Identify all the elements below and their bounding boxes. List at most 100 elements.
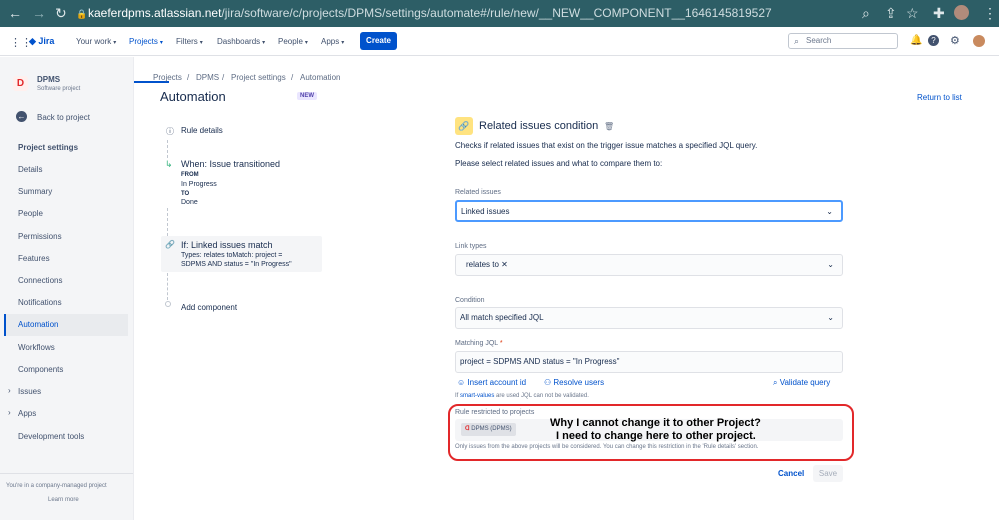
project-settings-heading: Project settings [18,143,79,152]
link-types-select[interactable]: relates to ✕ ⌄ [455,254,843,276]
sidebar: D DPMS Software project ← Back to projec… [0,57,134,520]
save-button[interactable]: Save [813,465,843,482]
back-to-project-link[interactable]: Back to project [37,113,90,122]
condition-card[interactable]: 🔗 If: Linked issues match Types: relates… [161,236,322,272]
learn-more-link[interactable]: Learn more [48,497,79,503]
breadcrumb-project-settings[interactable]: Project settings [231,73,286,82]
search-icon: ⌕ [794,36,800,46]
annotation-line1: Why I cannot change it to other Project? [550,417,761,429]
to-label: TO [181,191,190,197]
share-icon[interactable]: ⇪ [885,5,897,21]
search-placeholder: Search [806,36,832,45]
company-managed-note: You're in a company-managed project [6,483,107,489]
sidebar-item-connections[interactable]: Connections [18,276,62,285]
user-avatar[interactable] [973,35,985,47]
info-icon: ⓘ [166,127,174,136]
cancel-button[interactable]: Cancel [778,469,804,478]
search-input[interactable]: ⌕ Search [788,33,898,49]
sidebar-item-summary[interactable]: Summary [18,187,52,196]
forward-arrow-icon[interactable]: → [32,5,46,21]
return-to-list-link[interactable]: Return to list [917,93,962,102]
breadcrumb-separator: / [187,73,190,82]
add-component-dot [165,301,171,307]
settings-gear-icon[interactable]: ⚙ [950,34,960,47]
nav-your-work[interactable]: Your work ▾ [76,37,116,46]
sidebar-item-features[interactable]: Features [18,254,50,263]
smart-prefix: If [455,393,459,399]
sidebar-item-notifications[interactable]: Notifications [18,298,62,307]
help-icon[interactable]: ? [928,35,939,46]
chevron-down-icon: ⌄ [826,207,833,216]
project-name: DPMS [37,75,61,84]
page-title: Automation [160,89,226,104]
condition-desc-line1: Types: relates toMatch: project = [181,252,283,259]
sidebar-item-issues[interactable]: Issues [18,387,41,396]
star-icon[interactable]: ☆ [906,5,919,21]
matching-jql-label: Matching JQL * [455,340,503,347]
resolve-users-label: Resolve users [553,378,605,387]
nav-filters[interactable]: Filters ▾ [176,37,203,46]
flow-connector [167,140,168,158]
sidebar-item-details[interactable]: Details [18,165,42,174]
sidebar-item-people[interactable]: People [18,209,43,218]
nav-people[interactable]: People ▾ [278,37,308,46]
related-issues-select[interactable]: Linked issues ⌄ [455,200,843,222]
insert-account-id-button[interactable]: ☺ Insert account id [457,378,526,387]
profile-avatar[interactable] [954,5,969,20]
nav-label: Dashboards [217,37,261,46]
resolve-users-button[interactable]: ⚇ Resolve users [544,378,604,387]
panel-description: Checks if related issues that exist on t… [455,141,758,150]
condition-select[interactable]: All match specified JQL ⌄ [455,307,843,329]
add-component-link[interactable]: Add component [181,303,237,312]
notifications-icon[interactable]: 🔔 [910,35,922,46]
nav-apps[interactable]: Apps ▾ [321,37,344,46]
sidebar-item-apps[interactable]: Apps [18,409,36,418]
related-issues-label: Related issues [455,189,501,196]
sidebar-item-automation[interactable]: Automation [4,314,128,336]
trash-icon[interactable]: 🗑 [604,122,614,131]
nav-projects[interactable]: Projects ▾ [129,37,163,46]
sidebar-item-permissions[interactable]: Permissions [18,232,62,241]
jql-input[interactable]: project = SDPMS AND status = "In Progres… [455,351,843,373]
link-icon: 🔗 [165,240,175,249]
nav-dashboards[interactable]: Dashboards ▾ [217,37,265,46]
nav-label: Apps [321,37,340,46]
jira-logo[interactable]: ◆ Jira [29,36,54,47]
breadcrumb-projects[interactable]: Projects [153,73,182,82]
search-icon[interactable]: ⌕ [862,5,870,21]
sidebar-item-development-tools[interactable]: Development tools [18,432,84,441]
breadcrumb-automation[interactable]: Automation [300,73,340,82]
trigger-icon: ↳ [165,159,173,169]
link-type-tag-label: relates to [466,260,499,269]
related-issues-value: Linked issues [461,207,510,216]
trigger-title[interactable]: When: Issue transitioned [181,159,280,169]
from-value: In Progress [181,181,217,188]
user-icon: ☺ [457,378,466,387]
chevron-right-icon[interactable]: › [8,408,11,417]
validate-query-button[interactable]: ⌕ Validate query [773,378,830,388]
address-bar[interactable]: kaeferdpms.atlassian.net/jira/software/c… [88,6,772,21]
jira-logo-text: Jira [38,36,55,46]
matching-jql-text: Matching JQL [455,340,498,347]
reload-icon[interactable]: ↻ [55,5,67,21]
url-path: /jira/software/c/projects/DPMS/settings/… [221,6,772,20]
sidebar-item-components[interactable]: Components [18,365,63,374]
smart-values-link[interactable]: smart-values [460,393,494,399]
nav-label: Filters [176,37,198,46]
back-arrow-icon[interactable]: ← [16,111,27,122]
chevron-down-icon: ⌄ [827,260,834,269]
close-icon[interactable]: ✕ [501,260,508,269]
menu-kebab-icon[interactable]: ⋮ [983,5,997,21]
validate-label: Validate query [779,378,831,387]
back-arrow-icon[interactable]: ← [8,5,22,21]
chevron-right-icon[interactable]: › [8,386,11,395]
nav-label: Your work [76,37,112,46]
flow-connector [167,208,168,236]
lock-icon: 🔒 [76,9,88,19]
create-button[interactable]: Create [360,32,397,50]
extensions-icon[interactable]: ✚ [933,5,945,21]
sidebar-item-workflows[interactable]: Workflows [18,343,55,352]
from-label: FROM [181,172,199,178]
rule-details-link[interactable]: Rule details [181,126,223,135]
breadcrumb-dpms[interactable]: DPMS [196,73,219,82]
